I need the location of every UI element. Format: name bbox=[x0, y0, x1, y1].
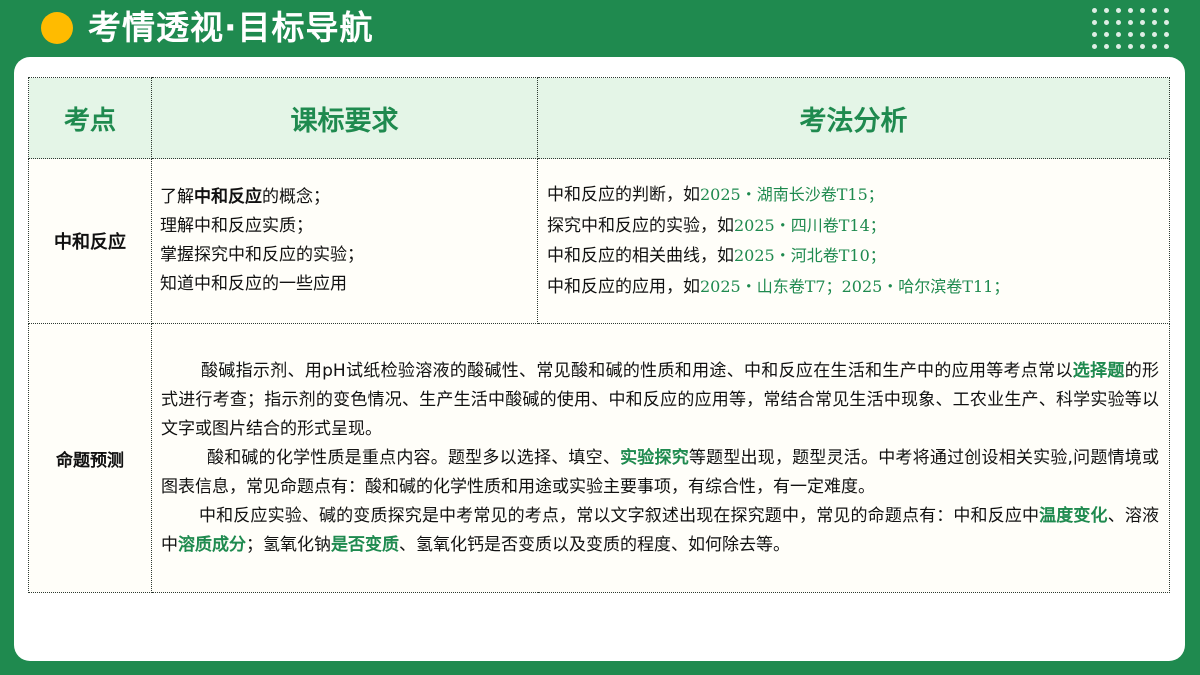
content-panel: 考点 课标要求 考法分析 中和反应 了解中和反应的概念； 理解中和反应实质； 掌… bbox=[14, 57, 1185, 661]
exam-analysis: 中和反应的判断，如2025・湖南长沙卷T15； 探究中和反应的实验，如2025・… bbox=[537, 158, 1170, 324]
requirement-line: 知道中和反应的一些应用 bbox=[160, 274, 347, 294]
title-bar: 考情透视·目标导航 bbox=[0, 0, 1200, 60]
prediction-paragraph: 中和反应实验、碱的变质探究是中考常见的考点，常以文字叙述出现在探究题中，常见的命… bbox=[161, 505, 1160, 555]
prediction-paragraph: 酸和碱的化学性质是重点内容。题型多以选择、填空、实验探究等题型出现，题型灵活。中… bbox=[161, 447, 1160, 497]
exam-source: 2025・哈尔滨卷T11； bbox=[841, 276, 1010, 296]
title-bullet-icon bbox=[41, 12, 73, 44]
analysis-line: 中和反应的应用，如2025・山东卷T7；2025・哈尔滨卷T11； bbox=[547, 276, 1010, 297]
dot-pattern-decoration bbox=[1092, 8, 1174, 52]
analysis-line: 探究中和反应的实验，如2025・四川卷T14； bbox=[547, 215, 886, 236]
table-row: 命题预测 酸碱指示剂、用pH试纸检验溶液的酸碱性、常见酸和碱的性质和用途、中和反… bbox=[28, 323, 1170, 593]
requirement-line: 掌握探究中和反应的实验； bbox=[160, 245, 364, 265]
exam-source: 2025・四川卷T14； bbox=[734, 215, 886, 235]
page-title: 考情透视·目标导航 bbox=[88, 8, 374, 47]
requirement-line: 理解中和反应实质； bbox=[160, 216, 313, 236]
row-label-prediction: 命题预测 bbox=[28, 323, 152, 593]
curriculum-requirements: 了解中和反应的概念； 理解中和反应实质； 掌握探究中和反应的实验； 知道中和反应… bbox=[151, 158, 538, 324]
prediction-paragraph: 酸碱指示剂、用pH试纸检验溶液的酸碱性、常见酸和碱的性质和用途、中和反应在生活和… bbox=[161, 360, 1160, 439]
prediction-text: 酸碱指示剂、用pH试纸检验溶液的酸碱性、常见酸和碱的性质和用途、中和反应在生活和… bbox=[151, 323, 1170, 593]
requirement-line: 了解中和反应的概念； bbox=[160, 187, 330, 207]
exam-source: 2025・山东卷T7； bbox=[700, 276, 842, 296]
analysis-line: 中和反应的判断，如2025・湖南长沙卷T15； bbox=[547, 185, 884, 205]
header-topic: 考点 bbox=[28, 77, 152, 159]
header-curriculum: 课标要求 bbox=[151, 77, 538, 159]
header-analysis: 考法分析 bbox=[537, 77, 1170, 159]
exam-source: 2025・河北卷T10； bbox=[734, 246, 886, 265]
exam-analysis-table: 考点 课标要求 考法分析 中和反应 了解中和反应的概念； 理解中和反应实质； 掌… bbox=[28, 77, 1170, 593]
table-header-row: 考点 课标要求 考法分析 bbox=[28, 77, 1170, 159]
analysis-line: 中和反应的相关曲线，如2025・河北卷T10； bbox=[547, 246, 886, 266]
row-label-neutralization: 中和反应 bbox=[28, 158, 152, 324]
table-row: 中和反应 了解中和反应的概念； 理解中和反应实质； 掌握探究中和反应的实验； 知… bbox=[28, 158, 1170, 324]
exam-source: 2025・湖南长沙卷T15； bbox=[700, 185, 884, 204]
